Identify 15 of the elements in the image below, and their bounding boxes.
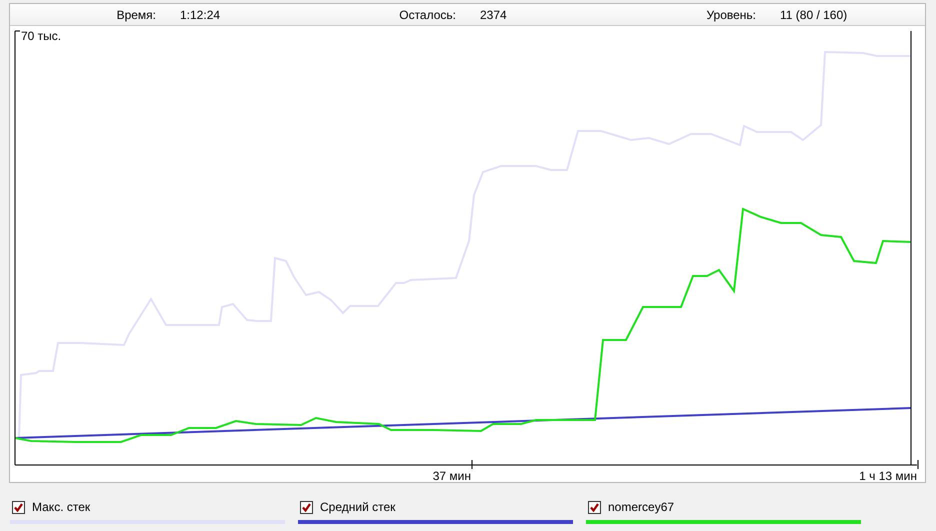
status-label: Время:: [116, 8, 157, 22]
status-value: 11 (80 / 160): [780, 8, 848, 22]
legend-label: Средний стек: [320, 500, 396, 514]
status-label: Уровень:: [705, 8, 757, 22]
checkbox[interactable]: [12, 500, 25, 514]
x-axis-label: 37 мин: [432, 469, 471, 482]
checkbox[interactable]: [588, 500, 601, 514]
y-scale-label: 70 тыс.: [21, 29, 62, 43]
checkbox[interactable]: [300, 500, 313, 514]
legend-label: nomercey67: [608, 500, 674, 514]
x-axis-label: 1 ч 13 мин: [859, 469, 917, 482]
status-value: 1:12:24: [180, 8, 222, 22]
status-value: 2374: [480, 8, 508, 22]
legend-label: Макс. стек: [32, 500, 90, 514]
status-label: Осталось:: [398, 8, 457, 22]
